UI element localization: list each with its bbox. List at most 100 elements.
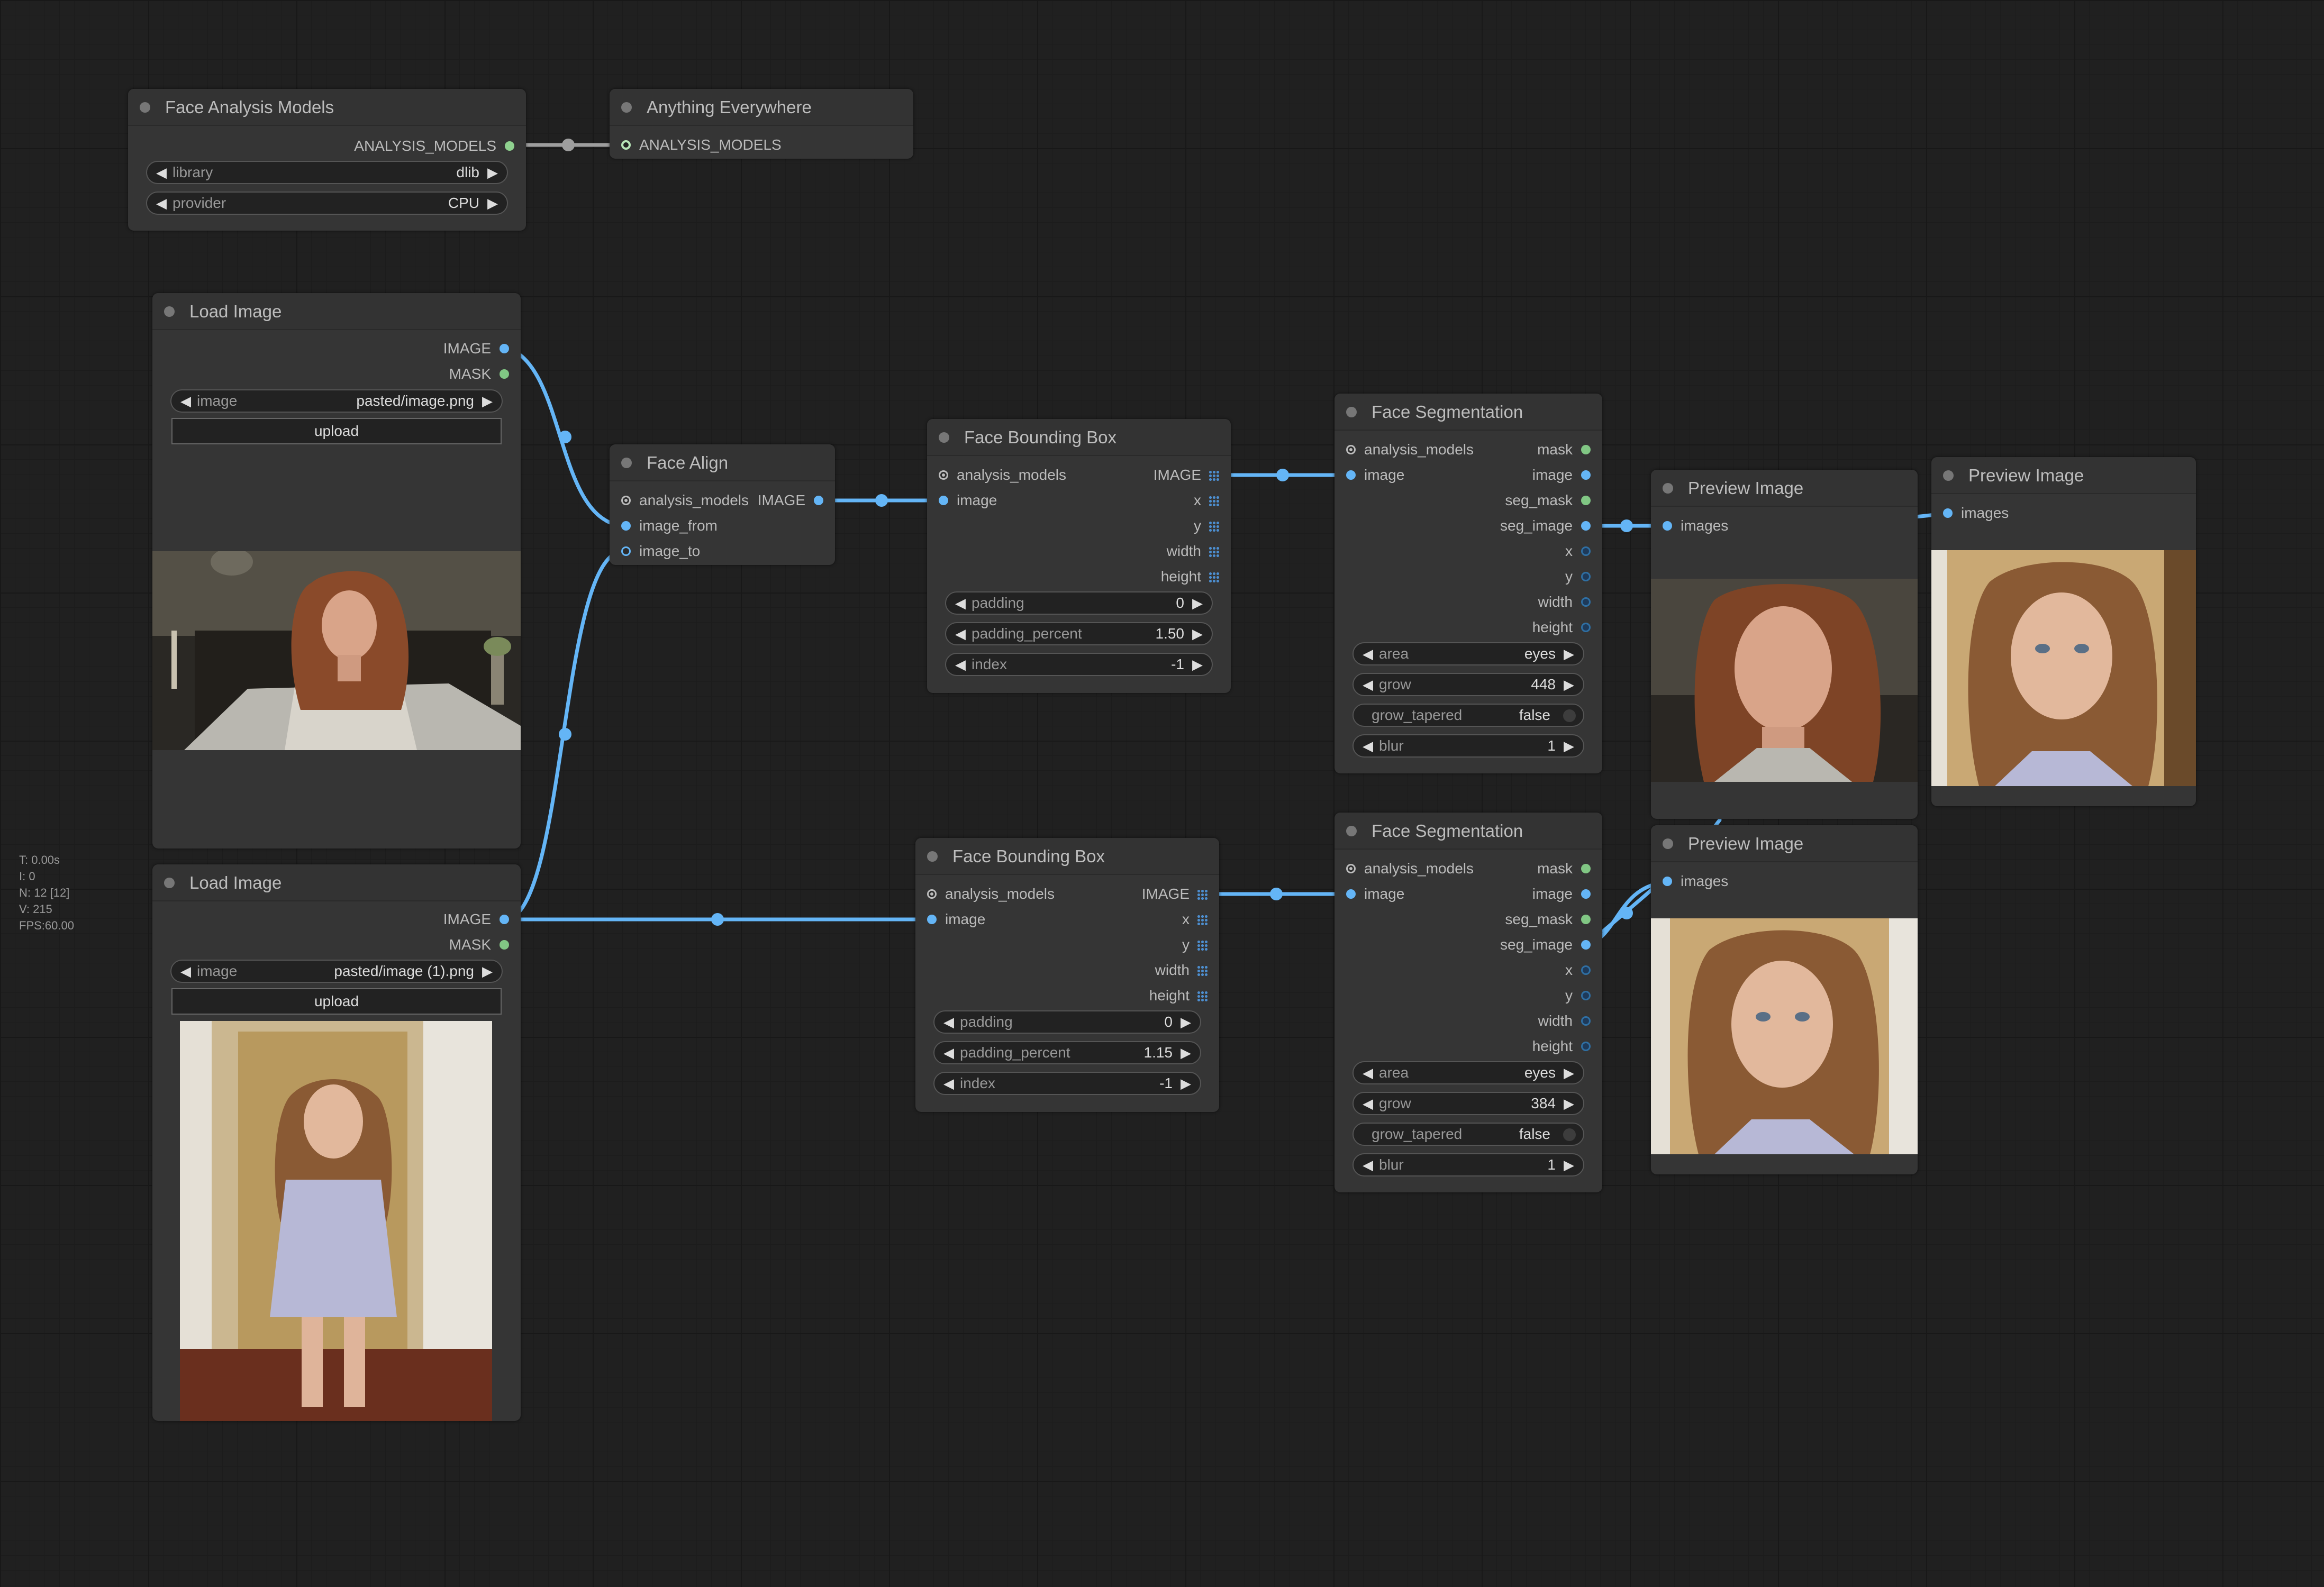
toggle-knob-icon[interactable] — [1563, 709, 1576, 722]
decrement-arrow-icon[interactable]: ◀ — [952, 654, 968, 675]
increment-arrow-icon[interactable]: ▶ — [485, 162, 501, 183]
output-slot-x[interactable]: x — [1182, 909, 1208, 930]
decrement-arrow-icon[interactable]: ◀ — [1360, 1093, 1376, 1114]
decrement-arrow-icon[interactable]: ◀ — [1360, 735, 1376, 756]
node-load-image-1[interactable]: Load Image IMAGE MASK ◀ image pasted/ima… — [152, 293, 521, 849]
slot-dot-icon[interactable] — [1581, 546, 1591, 556]
slot-dot-icon[interactable] — [500, 344, 509, 353]
collapse-dot-icon[interactable] — [164, 306, 175, 317]
decrement-arrow-icon[interactable]: ◀ — [1360, 1062, 1376, 1083]
node-title-bar[interactable]: Face Analysis Models — [128, 89, 526, 126]
list-slot-icon[interactable] — [1197, 915, 1208, 925]
collapse-dot-icon[interactable] — [1346, 826, 1357, 836]
output-slot-height[interactable]: height — [1532, 617, 1591, 638]
widget-grow-tapered-toggle[interactable]: grow_tapered false — [1352, 704, 1584, 727]
node-face-bounding-box-1[interactable]: Face Bounding Box analysis_models IMAGE … — [927, 419, 1231, 693]
slot-dot-icon[interactable] — [500, 915, 509, 924]
node-preview-image-1[interactable]: Preview Image images — [1651, 470, 1918, 819]
collapse-dot-icon[interactable] — [1943, 470, 1954, 481]
output-slot-x[interactable]: x — [1194, 490, 1219, 511]
decrement-arrow-icon[interactable]: ◀ — [1360, 643, 1376, 664]
output-slot-mask[interactable]: MASK — [449, 363, 509, 385]
widget-padding-percent[interactable]: ◀ padding_percent 1.15 ▶ — [933, 1041, 1201, 1064]
node-title-bar[interactable]: Load Image — [152, 293, 521, 330]
output-slot-width[interactable]: width — [1155, 960, 1208, 981]
output-slot-seg-image[interactable]: seg_image — [1500, 934, 1591, 955]
output-slot-width[interactable]: width — [1538, 1010, 1591, 1032]
list-slot-icon[interactable] — [1197, 940, 1208, 951]
list-slot-icon[interactable] — [1197, 991, 1208, 1001]
widget-padding-percent[interactable]: ◀ padding_percent 1.50 ▶ — [945, 622, 1213, 645]
list-slot-icon[interactable] — [1209, 546, 1219, 557]
list-slot-icon[interactable] — [1209, 572, 1219, 582]
upload-button[interactable]: upload — [171, 988, 502, 1015]
slot-dot-icon[interactable] — [1581, 940, 1591, 950]
slot-dot-icon[interactable] — [1581, 965, 1591, 975]
output-slot-height[interactable]: height — [1161, 566, 1219, 587]
increment-arrow-icon[interactable]: ▶ — [1178, 1011, 1194, 1033]
output-slot-mask[interactable]: mask — [1537, 439, 1591, 460]
output-slot-analysis-models[interactable]: ANALYSIS_MODELS — [354, 135, 514, 157]
slot-dot-icon[interactable] — [1346, 889, 1356, 899]
link-load2-to-align-to[interactable] — [507, 549, 624, 922]
slot-dot-icon[interactable] — [1943, 508, 1953, 518]
list-slot-icon[interactable] — [1209, 521, 1219, 532]
increment-arrow-icon[interactable]: ▶ — [1561, 1093, 1577, 1114]
decrement-arrow-icon[interactable]: ◀ — [952, 592, 968, 614]
decrement-arrow-icon[interactable]: ◀ — [178, 390, 194, 412]
output-slot-x[interactable]: x — [1565, 541, 1591, 562]
slot-dot-icon[interactable] — [1346, 470, 1356, 480]
output-slot-image[interactable]: IMAGE — [443, 909, 509, 930]
input-slot-analysis-models[interactable]: analysis_models — [1346, 439, 1474, 460]
output-slot-height[interactable]: height — [1149, 985, 1208, 1006]
increment-arrow-icon[interactable]: ▶ — [1190, 592, 1205, 614]
output-slot-width[interactable]: width — [1167, 541, 1219, 562]
widget-index[interactable]: ◀ index -1 ▶ — [933, 1072, 1201, 1095]
input-slot-images[interactable]: images — [1663, 871, 1728, 892]
input-slot-image[interactable]: image — [1346, 883, 1404, 905]
widget-area[interactable]: ◀ area eyes ▶ — [1352, 642, 1584, 665]
output-slot-image[interactable]: IMAGE — [443, 338, 509, 359]
widget-blur[interactable]: ◀ blur 1 ▶ — [1352, 1153, 1584, 1176]
node-title-bar[interactable]: Load Image — [152, 864, 521, 901]
output-slot-image[interactable]: IMAGE — [1142, 883, 1208, 905]
output-slot-y[interactable]: y — [1565, 566, 1591, 587]
node-face-align[interactable]: Face Align analysis_models IMAGE image_f… — [610, 444, 835, 565]
widget-area[interactable]: ◀ area eyes ▶ — [1352, 1061, 1584, 1084]
input-slot-analysis-models[interactable]: analysis_models — [939, 464, 1066, 486]
widget-provider[interactable]: ◀ provider CPU ▶ — [146, 191, 508, 215]
slot-dot-icon[interactable] — [1581, 597, 1591, 607]
slot-dot-icon[interactable] — [1581, 991, 1591, 1000]
collapse-dot-icon[interactable] — [1663, 838, 1673, 849]
output-slot-mask[interactable]: MASK — [449, 934, 509, 955]
output-slot-mask[interactable]: mask — [1537, 858, 1591, 879]
collapse-dot-icon[interactable] — [1663, 483, 1673, 494]
slot-dot-icon[interactable] — [621, 496, 631, 505]
node-preview-image-3[interactable]: Preview Image images — [1651, 825, 1918, 1174]
increment-arrow-icon[interactable]: ▶ — [1561, 674, 1577, 695]
output-slot-image[interactable]: image — [1532, 464, 1591, 486]
collapse-dot-icon[interactable] — [164, 878, 175, 888]
increment-arrow-icon[interactable]: ▶ — [1561, 1154, 1577, 1175]
increment-arrow-icon[interactable]: ▶ — [1190, 654, 1205, 675]
slot-dot-icon[interactable] — [939, 470, 948, 480]
upload-button[interactable]: upload — [171, 418, 502, 444]
input-slot-image-to[interactable]: image_to — [621, 541, 700, 562]
decrement-arrow-icon[interactable]: ◀ — [941, 1042, 957, 1063]
collapse-dot-icon[interactable] — [927, 851, 938, 862]
decrement-arrow-icon[interactable]: ◀ — [952, 623, 968, 644]
slot-dot-icon[interactable] — [1581, 864, 1591, 873]
increment-arrow-icon[interactable]: ▶ — [1561, 1062, 1577, 1083]
slot-dot-icon[interactable] — [1581, 1016, 1591, 1026]
output-slot-seg-image[interactable]: seg_image — [1500, 515, 1591, 536]
collapse-dot-icon[interactable] — [621, 102, 632, 113]
output-slot-y[interactable]: y — [1194, 515, 1219, 536]
slot-dot-icon[interactable] — [939, 496, 948, 505]
input-slot-image[interactable]: image — [927, 909, 985, 930]
list-slot-icon[interactable] — [1209, 470, 1219, 481]
collapse-dot-icon[interactable] — [939, 432, 949, 443]
increment-arrow-icon[interactable]: ▶ — [1561, 735, 1577, 756]
node-title-bar[interactable]: Preview Image — [1931, 457, 2196, 494]
output-slot-image[interactable]: image — [1532, 883, 1591, 905]
widget-image-file[interactable]: ◀ image pasted/image.png ▶ — [170, 389, 503, 413]
